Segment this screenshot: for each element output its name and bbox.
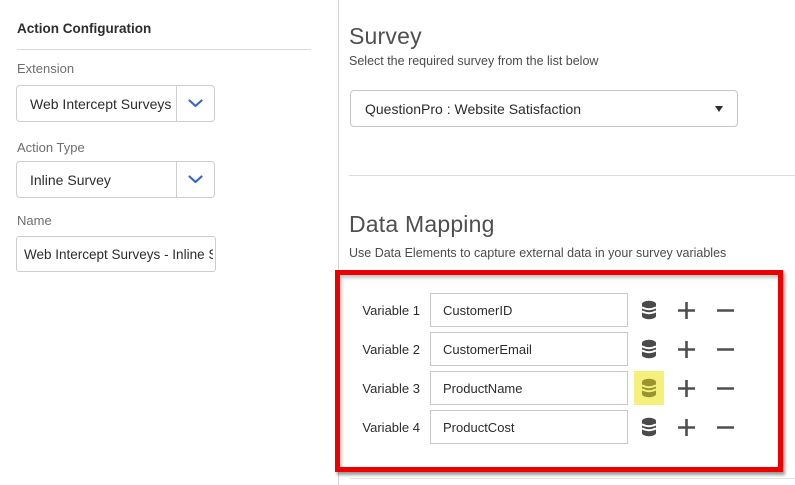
data-mapping-section-title: Data Mapping: [349, 211, 495, 238]
action-type-dropdown[interactable]: Inline Survey: [16, 161, 215, 198]
name-input[interactable]: [16, 236, 216, 272]
variable-2-input[interactable]: [430, 332, 628, 366]
variable-1-label: Variable 1: [340, 303, 430, 318]
variable-3-label: Variable 3: [340, 381, 430, 396]
annotation-red-box: Variable 1 Variable 2: [335, 270, 783, 472]
add-variable-icon[interactable]: [671, 332, 701, 366]
remove-variable-icon[interactable]: [710, 293, 740, 327]
variable-2-label: Variable 2: [340, 342, 430, 357]
variable-row-2: Variable 2: [340, 332, 778, 366]
variable-4-input[interactable]: [430, 410, 628, 444]
survey-section-title: Survey: [349, 23, 422, 50]
data-element-selector-icon[interactable]: [634, 293, 664, 327]
survey-select[interactable]: QuestionPro : Website Satisfaction: [350, 90, 738, 127]
variable-row-4: Variable 4: [340, 410, 778, 444]
add-variable-icon[interactable]: [671, 293, 701, 327]
panel-title-divider: [17, 49, 311, 50]
action-type-dropdown-value: Inline Survey: [17, 162, 176, 197]
select-arrow-icon: [715, 106, 723, 112]
variable-row-3: Variable 3: [340, 371, 778, 405]
panel-title: Action Configuration: [17, 21, 151, 36]
survey-select-value: QuestionPro : Website Satisfaction: [365, 101, 715, 117]
data-element-selector-icon[interactable]: [634, 410, 664, 444]
bottom-divider: [350, 478, 795, 479]
data-element-selector-icon[interactable]: [634, 332, 664, 366]
action-type-label: Action Type: [17, 140, 85, 155]
variable-3-input[interactable]: [430, 371, 628, 405]
data-mapping-section-description: Use Data Elements to capture external da…: [349, 246, 726, 260]
add-variable-icon[interactable]: [671, 371, 701, 405]
variable-4-label: Variable 4: [340, 420, 430, 435]
name-label: Name: [17, 213, 52, 228]
extension-label: Extension: [17, 61, 74, 76]
chevron-down-icon[interactable]: [176, 86, 214, 121]
variable-1-input[interactable]: [430, 293, 628, 327]
action-configuration-screen: Action Configuration Extension Web Inter…: [0, 0, 795, 485]
data-element-selector-icon-highlighted[interactable]: [634, 371, 664, 405]
survey-section-description: Select the required survey from the list…: [349, 54, 598, 68]
variable-row-1: Variable 1: [340, 293, 778, 327]
remove-variable-icon[interactable]: [710, 410, 740, 444]
add-variable-icon[interactable]: [671, 410, 701, 444]
extension-dropdown-value: Web Intercept Surveys: [17, 86, 176, 121]
extension-dropdown[interactable]: Web Intercept Surveys: [16, 85, 215, 122]
chevron-down-icon[interactable]: [176, 162, 214, 197]
section-divider: [349, 175, 795, 176]
remove-variable-icon[interactable]: [710, 332, 740, 366]
remove-variable-icon[interactable]: [710, 371, 740, 405]
